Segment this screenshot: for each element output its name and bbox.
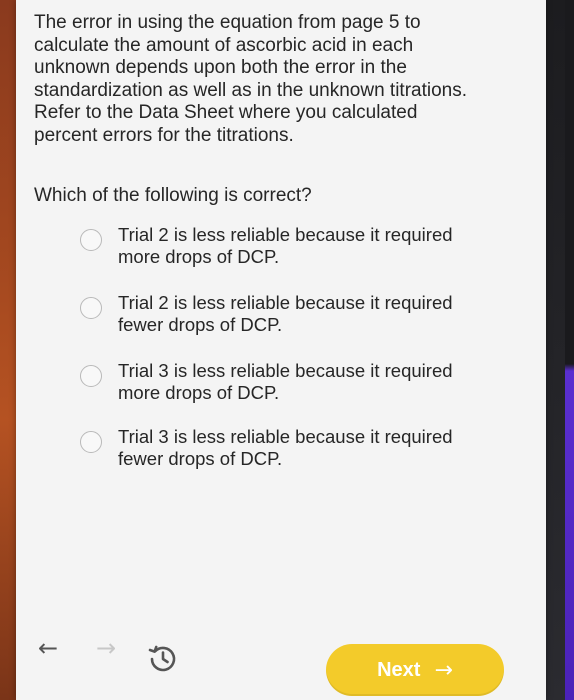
forward-arrow-icon[interactable]: → xyxy=(96,634,116,662)
radio-button[interactable] xyxy=(80,297,102,319)
answer-option-label: Trial 3 is less reliable because it requ… xyxy=(118,360,453,403)
answer-option-3[interactable]: Trial 3 is less reliable because it requ… xyxy=(76,360,496,410)
answer-option-label: Trial 2 is less reliable because it requ… xyxy=(118,292,453,335)
question-prompt: Which of the following is correct? xyxy=(34,185,312,206)
history-icon[interactable] xyxy=(146,642,180,676)
right-screen-strip xyxy=(565,0,574,700)
question-intro: The error in using the equation from pag… xyxy=(34,12,468,146)
answer-option-2[interactable]: Trial 2 is less reliable because it requ… xyxy=(76,292,496,342)
answer-option-label: Trial 2 is less reliable because it requ… xyxy=(118,224,453,267)
back-arrow-icon[interactable]: ← xyxy=(38,634,58,662)
question-panel: The error in using the equation from pag… xyxy=(16,0,546,700)
radio-button[interactable] xyxy=(80,365,102,387)
answer-option-4[interactable]: Trial 3 is less reliable because it requ… xyxy=(76,426,496,476)
left-background-edge xyxy=(0,0,16,700)
next-arrow-icon: → xyxy=(434,657,453,683)
next-button-label: Next xyxy=(377,658,421,681)
radio-button[interactable] xyxy=(80,229,102,251)
answer-option-1[interactable]: Trial 2 is less reliable because it requ… xyxy=(76,224,496,274)
next-button[interactable]: Next → xyxy=(326,644,504,696)
radio-button[interactable] xyxy=(80,431,102,453)
answer-option-label: Trial 3 is less reliable because it requ… xyxy=(118,426,453,469)
history-icon-graphic xyxy=(148,645,176,672)
